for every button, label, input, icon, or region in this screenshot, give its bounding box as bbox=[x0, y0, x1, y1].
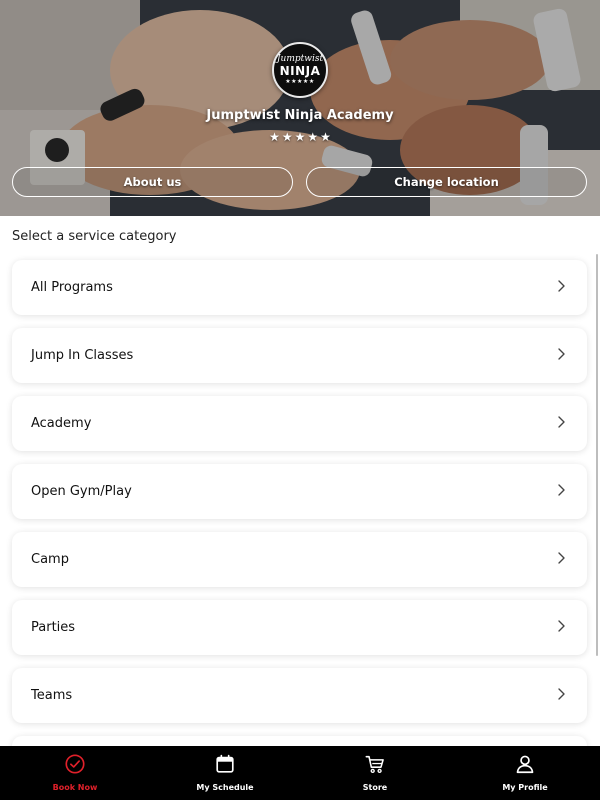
star-icon: ★ bbox=[269, 130, 280, 144]
nav-item-my-schedule[interactable]: My Schedule bbox=[150, 746, 300, 800]
nav-label: My Profile bbox=[502, 783, 548, 792]
chevron-right-icon bbox=[555, 346, 567, 365]
academy-logo: Jumptwist NINJA ★★★★★ bbox=[272, 42, 328, 98]
service-category-item[interactable]: Teams bbox=[12, 668, 587, 723]
service-category-item[interactable]: Open Gym/Play bbox=[12, 464, 587, 519]
service-category-label: Academy bbox=[31, 416, 92, 431]
academy-name: Jumptwist Ninja Academy bbox=[206, 108, 394, 123]
nav-item-book-now[interactable]: Book Now bbox=[0, 746, 150, 800]
service-category-item[interactable]: All Programs bbox=[12, 260, 587, 315]
star-icon: ★ bbox=[281, 130, 293, 144]
chevron-right-icon bbox=[555, 550, 567, 569]
service-category-label: Teams bbox=[31, 688, 73, 703]
nav-item-store[interactable]: Store bbox=[300, 746, 450, 800]
cart-icon bbox=[364, 753, 386, 779]
chevron-right-icon bbox=[555, 278, 567, 297]
chevron-right-icon bbox=[555, 618, 567, 637]
service-category-item[interactable] bbox=[12, 736, 587, 746]
calendar-icon bbox=[214, 753, 236, 779]
logo-stars: ★★★★★ bbox=[285, 78, 315, 85]
nav-label: My Schedule bbox=[196, 783, 254, 792]
star-icon: ★ bbox=[294, 130, 306, 144]
nav-item-my-profile[interactable]: My Profile bbox=[450, 746, 600, 800]
check-circle-icon bbox=[64, 753, 86, 779]
user-icon bbox=[514, 753, 536, 779]
service-category-item[interactable]: Camp bbox=[12, 532, 587, 587]
service-category-label: Jump In Classes bbox=[31, 348, 134, 363]
service-category-label: Open Gym/Play bbox=[31, 484, 132, 499]
nav-label: Book Now bbox=[52, 783, 98, 792]
hero-banner: Jumptwist NINJA ★★★★★ Jumptwist Ninja Ac… bbox=[0, 0, 600, 216]
rating-stars: ★ ★ ★ ★ ★ bbox=[0, 129, 600, 145]
section-heading: Select a service category bbox=[12, 229, 177, 244]
logo-top-text: Jumptwist bbox=[276, 54, 324, 64]
chevron-right-icon bbox=[555, 686, 567, 705]
bottom-nav: Book Now My Schedule Store My Profile bbox=[0, 746, 600, 800]
service-category-item[interactable]: Academy bbox=[12, 396, 587, 451]
star-icon: ★ bbox=[320, 130, 331, 144]
chevron-right-icon bbox=[555, 414, 567, 433]
service-category-item[interactable]: Jump In Classes bbox=[12, 328, 587, 383]
service-category-label: All Programs bbox=[31, 280, 113, 295]
nav-label: Store bbox=[362, 783, 388, 792]
about-us-button[interactable]: About us bbox=[12, 167, 293, 197]
star-icon: ★ bbox=[307, 130, 319, 144]
service-category-label: Parties bbox=[31, 620, 76, 635]
service-category-item[interactable]: Parties bbox=[12, 600, 587, 655]
scrollbar[interactable] bbox=[596, 254, 598, 656]
service-category-list[interactable]: All Programs Jump In Classes Academy Open G… bbox=[0, 252, 600, 746]
change-location-button[interactable]: Change location bbox=[306, 167, 587, 197]
logo-main-text: NINJA bbox=[279, 64, 321, 78]
service-category-label: Camp bbox=[31, 552, 69, 567]
chevron-right-icon bbox=[555, 482, 567, 501]
